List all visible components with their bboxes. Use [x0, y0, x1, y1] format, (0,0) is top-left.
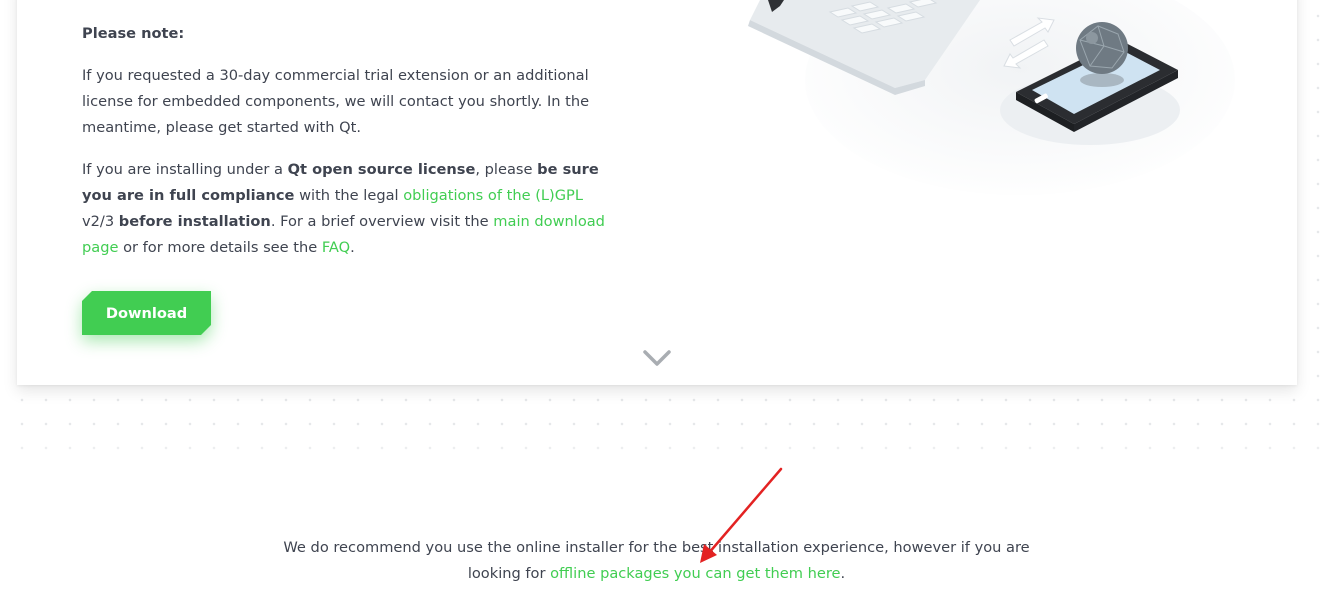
download-button[interactable]: Download	[82, 291, 211, 335]
text: looking for	[467, 565, 551, 582]
offline-installer-note: We do recommend you use the online insta…	[0, 535, 1313, 587]
text: or for more details see the	[118, 239, 322, 256]
download-button-wrapper: Download	[82, 291, 211, 335]
note-paragraph-1: If you requested a 30-day commercial tri…	[82, 67, 590, 136]
text: . For a brief overview visit the	[270, 213, 494, 230]
text: v2/3	[82, 213, 119, 230]
note-title: Please note:	[82, 25, 185, 42]
note-paragraph-2: If you are installing under a Qt open so…	[82, 157, 612, 261]
bold-text: Qt open source license	[287, 161, 476, 178]
text: with the legal	[294, 187, 404, 204]
bottom-line-1: We do recommend you use the online insta…	[283, 539, 1030, 556]
text: .	[840, 565, 846, 582]
bottom-line-2: looking for offline packages you can get…	[0, 561, 1313, 587]
chevron-down-icon[interactable]	[641, 346, 673, 374]
offline-packages-link[interactable]: offline packages you can get them here	[550, 565, 840, 582]
bold-text: before installation	[118, 213, 271, 230]
text: .	[350, 239, 355, 256]
lgpl-obligations-link[interactable]: obligations of the (L)GPL	[403, 187, 583, 204]
text: If you are installing under a	[82, 161, 288, 178]
faq-link[interactable]: FAQ	[322, 239, 350, 256]
laptop-phone-illustration	[748, 0, 1235, 195]
text: , please	[475, 161, 538, 178]
